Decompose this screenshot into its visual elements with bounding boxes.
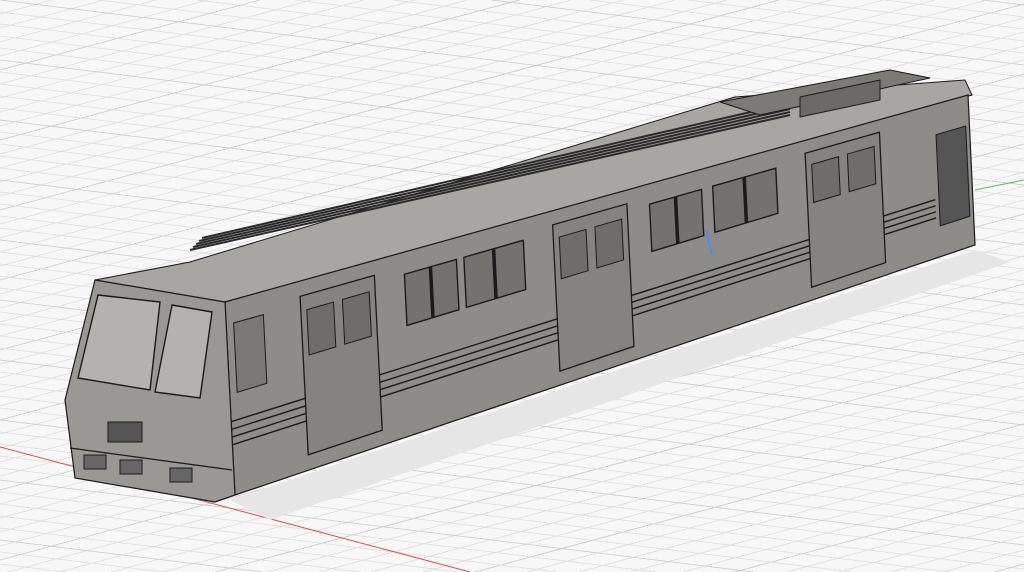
- grid-line: [393, 0, 1024, 78]
- door-window: [558, 228, 589, 280]
- door-window: [846, 145, 877, 193]
- grid-line: [786, 507, 1024, 572]
- grid-line: [630, 465, 1024, 572]
- grid-line: [0, 0, 468, 127]
- coupler-light: [119, 459, 143, 475]
- grid-line: [0, 527, 361, 572]
- y-axis-line: [974, 179, 1024, 191]
- grid-line: [0, 0, 156, 43]
- grid-line: [0, 0, 53, 15]
- grid-line: [734, 493, 1024, 572]
- door-window: [811, 155, 841, 204]
- grid-line: [786, 0, 1024, 30]
- viewport-canvas[interactable]: [0, 0, 1024, 572]
- grid-line: [682, 479, 1024, 572]
- coupler-light: [169, 467, 193, 483]
- cab-side-window: [233, 313, 268, 394]
- grid-line: [0, 479, 754, 572]
- coupler-light: [83, 454, 107, 470]
- door-window: [341, 291, 372, 345]
- grid-line: [982, 0, 1024, 6]
- grid-line: [526, 437, 1024, 572]
- grid-line: [491, 0, 1024, 66]
- door-window: [594, 218, 625, 269]
- grid-line: [0, 551, 164, 572]
- grid-line: [0, 0, 260, 71]
- grid-line: [942, 549, 1024, 572]
- grid-line: [994, 563, 1024, 572]
- train-car-model[interactable]: [64, 69, 976, 503]
- headlight-panel: [107, 421, 143, 443]
- grid-line: [0, 515, 459, 572]
- grid-line: [0, 491, 656, 572]
- grid-line: [0, 0, 364, 99]
- grid-line: [0, 0, 624, 169]
- vent-grille: [935, 125, 971, 227]
- cad-3d-viewport[interactable]: [0, 0, 1024, 572]
- door-window: [306, 301, 337, 356]
- grid-line: [474, 423, 1024, 572]
